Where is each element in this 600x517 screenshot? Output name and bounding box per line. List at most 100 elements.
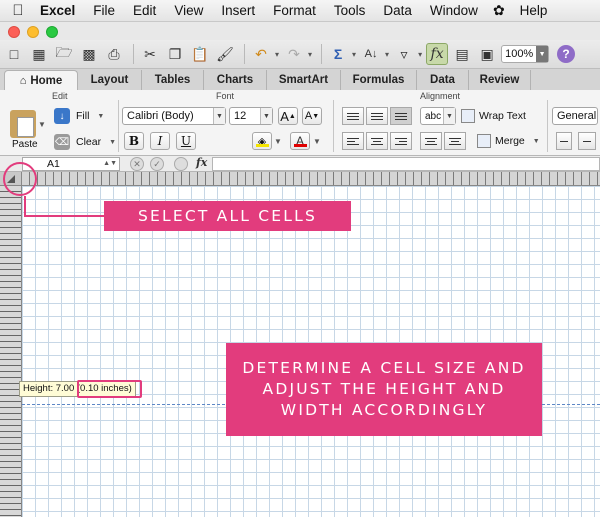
confirm-entry-icon[interactable]: ✓ — [150, 157, 164, 171]
font-color-dropdown-icon[interactable]: ▼ — [313, 137, 321, 146]
align-right-button[interactable] — [390, 132, 412, 150]
fill-dropdown-icon[interactable]: ▼ — [97, 113, 104, 120]
name-box[interactable]: A1 ▲▼ — [22, 157, 120, 171]
new-icon[interactable]: □ — [3, 43, 25, 65]
filter-icon[interactable]: ▿ — [393, 43, 415, 65]
chevron-down-icon[interactable]: ▼ — [443, 108, 455, 124]
number-format-icon[interactable] — [556, 132, 572, 150]
wrap-text-button[interactable]: Wrap Text — [461, 109, 526, 123]
bold-button[interactable]: B — [124, 132, 144, 150]
paste-label: Paste — [12, 139, 38, 150]
fill-color-button[interactable]: ◈ — [252, 132, 272, 150]
media-icon[interactable]: ▣ — [476, 43, 498, 65]
increase-indent-button[interactable] — [444, 132, 466, 150]
merge-label: Merge — [495, 135, 525, 147]
italic-button[interactable]: I — [150, 132, 170, 150]
menu-window[interactable]: Window — [421, 0, 487, 22]
undo-dropdown-icon[interactable]: ▾ — [275, 50, 279, 59]
tab-layout[interactable]: Layout — [78, 70, 142, 90]
autosum-dropdown-icon[interactable]: ▾ — [352, 50, 356, 59]
menu-view[interactable]: View — [165, 0, 212, 22]
toolbox-icon[interactable]: ▤ — [451, 43, 473, 65]
chevron-down-icon[interactable]: ▼ — [536, 46, 549, 62]
copy-icon[interactable]: ❐ — [164, 43, 186, 65]
menu-help[interactable]: Help — [511, 0, 557, 22]
chevron-down-icon[interactable]: ▼ — [213, 108, 225, 124]
redo-dropdown-icon[interactable]: ▾ — [308, 50, 312, 59]
align-left-button[interactable] — [342, 132, 364, 150]
font-name-select[interactable]: Calibri (Body) ▼ — [122, 107, 226, 125]
toolbar-separator — [244, 44, 245, 64]
zoom-select[interactable]: 100% ▼ — [501, 45, 550, 63]
align-center-button[interactable] — [366, 132, 388, 150]
tab-formulas[interactable]: Formulas — [341, 70, 417, 90]
align-top-button[interactable] — [342, 107, 364, 125]
templates-icon[interactable]: ▦ — [28, 43, 50, 65]
redo-icon[interactable]: ↷ — [283, 43, 305, 65]
number-format-select[interactable]: General — [552, 107, 598, 125]
cancel-entry-icon[interactable]: ✕ — [130, 157, 144, 171]
fill-button[interactable]: ↓ Fill ▼ — [54, 108, 104, 124]
tab-smartart[interactable]: SmartArt — [267, 70, 341, 90]
menu-insert[interactable]: Insert — [212, 0, 264, 22]
sort-dropdown-icon[interactable]: ▾ — [385, 50, 389, 59]
eraser-icon: ⌫ — [54, 134, 70, 150]
paste-button[interactable] — [10, 110, 36, 138]
menu-app-name[interactable]: Excel — [36, 0, 84, 22]
shrink-font-button[interactable]: A ▼ — [302, 107, 322, 125]
tab-home-label: Home — [30, 74, 63, 87]
open-icon[interactable]: 🗁 — [53, 43, 75, 65]
script-menu-icon[interactable]: ✿ — [487, 2, 511, 19]
clear-dropdown-icon[interactable]: ▼ — [109, 139, 116, 146]
decrease-indent-button[interactable] — [420, 132, 442, 150]
tab-data-label: Data — [430, 74, 455, 86]
insert-function-icon[interactable]: fx — [196, 156, 207, 169]
formula-input[interactable] — [212, 157, 600, 171]
underline-button[interactable]: U — [176, 132, 196, 150]
format-painter-icon[interactable]: 🖌 — [214, 43, 236, 65]
help-icon[interactable]: ? — [557, 45, 576, 63]
print-icon[interactable]: ⎙ — [103, 43, 125, 65]
paste-dropdown-icon[interactable]: ▼ — [38, 120, 46, 129]
text-orientation-select[interactable]: abc ▼ — [420, 107, 456, 125]
name-box-stepper-icon[interactable]: ▲▼ — [103, 158, 117, 170]
merge-dropdown-icon[interactable]: ▼ — [533, 138, 540, 145]
chevron-down-icon[interactable]: ▼ — [260, 108, 272, 124]
align-bottom-button[interactable] — [390, 107, 412, 125]
apple-icon[interactable]:  — [0, 0, 36, 22]
tab-home[interactable]: ⌂ Home — [4, 70, 78, 90]
paste-icon[interactable]: 📋 — [189, 43, 211, 65]
column-headers[interactable] — [22, 172, 600, 186]
cut-icon[interactable]: ✂ — [139, 43, 161, 65]
save-icon[interactable]: ▩ — [78, 43, 100, 65]
formula-builder-icon[interactable]: fx — [426, 43, 449, 65]
menu-format[interactable]: Format — [264, 0, 325, 22]
autosum-icon[interactable]: Σ — [327, 43, 349, 65]
align-middle-button[interactable] — [366, 107, 388, 125]
merge-button[interactable]: Merge ▼ — [477, 134, 540, 148]
zoom-window-button[interactable] — [46, 26, 58, 38]
tab-tables[interactable]: Tables — [142, 70, 204, 90]
insert-function-circle-icon[interactable] — [174, 157, 188, 171]
minimize-window-button[interactable] — [27, 26, 39, 38]
tab-charts[interactable]: Charts — [204, 70, 267, 90]
sort-icon[interactable]: A↓ — [360, 43, 382, 65]
tab-layout-label: Layout — [90, 74, 129, 86]
menu-file[interactable]: File — [84, 0, 124, 22]
tab-data[interactable]: Data — [417, 70, 469, 90]
font-size-select[interactable]: 12 ▼ — [229, 107, 273, 125]
grow-font-button[interactable]: A ▲ — [278, 107, 298, 125]
menu-edit[interactable]: Edit — [124, 0, 165, 22]
font-color-button[interactable]: A — [290, 132, 310, 150]
menu-tools[interactable]: Tools — [325, 0, 375, 22]
undo-icon[interactable]: ↶ — [250, 43, 272, 65]
filter-dropdown-icon[interactable]: ▾ — [418, 50, 422, 59]
close-window-button[interactable] — [8, 26, 20, 38]
clear-button[interactable]: ⌫ Clear ▼ — [54, 134, 116, 150]
row-headers[interactable] — [0, 186, 22, 517]
menu-data[interactable]: Data — [374, 0, 421, 22]
tab-review[interactable]: Review — [469, 70, 531, 90]
percent-icon[interactable] — [578, 132, 596, 150]
standard-toolbar: □ ▦ 🗁 ▩ ⎙ ✂ ❐ 📋 🖌 ↶ ▾ ↷ ▾ Σ ▾ A↓ ▾ ▿ ▾ f… — [0, 40, 600, 68]
fill-color-dropdown-icon[interactable]: ▼ — [274, 137, 282, 146]
